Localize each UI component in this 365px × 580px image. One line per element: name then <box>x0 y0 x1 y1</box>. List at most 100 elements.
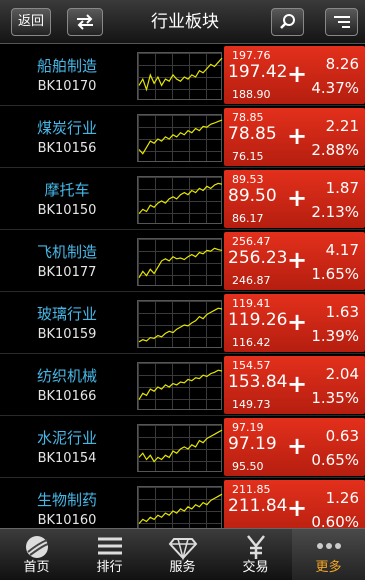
price-change: 0.63 <box>325 427 359 445</box>
high-price: 256.47 <box>232 235 271 248</box>
menu-button[interactable] <box>325 8 358 36</box>
high-price: 154.57 <box>232 359 271 372</box>
sector-code: BK10177 <box>37 265 97 280</box>
tab-label: 首页 <box>23 560 50 575</box>
sparkline-chart <box>137 486 223 528</box>
sector-row[interactable]: 水泥行业 BK10154 97.19 97.19 95.50 +0.63 0.65% <box>0 416 365 478</box>
tab-list[interactable]: 排行 <box>73 529 146 580</box>
high-price: 211.85 <box>232 483 271 496</box>
sector-code: BK10170 <box>37 79 97 94</box>
quote-panel[interactable]: 154.57 153.84 149.73 +2.04 1.35% <box>224 356 365 414</box>
sector-row[interactable]: 纺织机械 BK10166 154.57 153.84 149.73 +2.04 1.35% <box>0 354 365 416</box>
sector-row[interactable]: 煤炭行业 BK10156 78.85 78.85 76.15 +2.21 2.88% <box>0 106 365 168</box>
sparkline-chart <box>137 176 223 224</box>
search-icon <box>279 14 295 29</box>
plus-icon: + <box>287 432 308 460</box>
quote-panel[interactable]: 89.53 89.50 86.17 +1.87 2.13% <box>224 170 365 228</box>
plus-icon: + <box>287 308 308 336</box>
sector-name: 飞机制造 <box>36 243 97 261</box>
current-price: 197.42 <box>228 62 288 82</box>
sector-row[interactable]: 生物制药 BK10160 211.85 211.84 +1.26 0.60% <box>0 478 365 528</box>
price-change: 4.17 <box>325 241 359 259</box>
high-price: 97.19 <box>232 421 264 434</box>
sparkline <box>138 57 223 92</box>
high-price: 89.53 <box>232 173 264 186</box>
sector-row[interactable]: 玻璃行业 BK10159 119.41 119.26 116.42 +1.63 1.39% <box>0 292 365 354</box>
plus-icon: + <box>287 370 308 398</box>
price-change: 2.21 <box>325 117 359 135</box>
sparkline <box>138 429 223 463</box>
sparkline-chart <box>137 238 223 286</box>
sector-row[interactable]: 船舶制造 BK10170 197.76 197.42 188.90 +8.26 4.37% <box>0 44 365 106</box>
current-price: 89.50 <box>228 186 277 206</box>
sector-code: BK10154 <box>37 451 97 466</box>
sparkline-chart <box>137 114 223 162</box>
low-price: 76.15 <box>232 150 264 163</box>
current-price: 97.19 <box>228 434 277 454</box>
sparkline <box>138 119 223 155</box>
tab-label: 交易 <box>242 560 269 575</box>
sector-name: 摩托车 <box>44 181 90 199</box>
price-change: 1.63 <box>325 303 359 321</box>
quote-panel[interactable]: 78.85 78.85 76.15 +2.21 2.88% <box>224 108 365 166</box>
sector-code: BK10166 <box>37 389 97 404</box>
tab-yen[interactable]: 交易 <box>219 529 292 580</box>
quote-panel[interactable]: 256.47 256.23 246.87 +4.17 1.65% <box>224 232 365 290</box>
plus-icon: + <box>287 122 308 150</box>
current-price: 153.84 <box>228 372 288 392</box>
high-price: 119.41 <box>232 297 271 310</box>
low-price: 95.50 <box>232 460 264 473</box>
sector-code: BK10159 <box>37 327 97 342</box>
low-price: 188.90 <box>232 88 271 101</box>
sparkline <box>138 493 223 525</box>
tab-globe[interactable]: 首页 <box>0 529 73 580</box>
back-button[interactable]: 返回 <box>11 8 51 36</box>
current-price: 256.23 <box>228 248 288 268</box>
low-price: 116.42 <box>232 336 271 349</box>
percent-change: 1.35% <box>311 389 359 407</box>
sector-name: 水泥行业 <box>36 429 97 447</box>
sector-row[interactable]: 摩托车 BK10150 89.53 89.50 86.17 +1.87 2.13% <box>0 168 365 230</box>
sector-code: BK10160 <box>37 513 97 528</box>
sparkline <box>138 307 223 343</box>
top-bar: 返回 行业板块 <box>0 0 365 44</box>
sector-row[interactable]: 飞机制造 BK10177 256.47 256.23 246.87 +4.17 1.65% <box>0 230 365 292</box>
sector-list[interactable]: 船舶制造 BK10170 197.76 197.42 188.90 +8.26 4.37% 煤… <box>0 44 365 528</box>
tab-more[interactable]: 更多 <box>292 529 365 580</box>
current-price: 119.26 <box>228 310 288 330</box>
sparkline-chart <box>137 362 223 410</box>
tab-label: 服务 <box>169 560 196 575</box>
swap-button[interactable] <box>67 8 103 36</box>
price-change: 2.04 <box>325 365 359 383</box>
percent-change: 0.60% <box>311 513 359 528</box>
quote-panel[interactable]: 211.85 211.84 +1.26 0.60% <box>224 480 365 528</box>
tab-label: 更多 <box>315 560 342 575</box>
high-price: 78.85 <box>232 111 264 124</box>
percent-change: 0.65% <box>311 451 359 469</box>
sector-name: 玻璃行业 <box>36 305 97 323</box>
price-change: 8.26 <box>325 55 359 73</box>
sparkline <box>138 182 223 215</box>
quote-panel[interactable]: 97.19 97.19 95.50 +0.63 0.65% <box>224 418 365 476</box>
high-price: 197.76 <box>232 49 271 62</box>
tab-label: 排行 <box>96 560 123 575</box>
tab-diamond[interactable]: 服务 <box>146 529 219 580</box>
search-button[interactable] <box>271 8 304 36</box>
menu-icon <box>333 16 350 28</box>
plus-icon: + <box>287 184 308 212</box>
low-price: 86.17 <box>232 212 264 225</box>
percent-change: 1.39% <box>311 327 359 345</box>
bottom-tab-bar: 首页 排行 服务 交易 更多 <box>0 528 365 580</box>
sparkline-chart <box>137 52 223 100</box>
sparkline-chart <box>137 424 223 472</box>
quote-panel[interactable]: 119.41 119.26 116.42 +1.63 1.39% <box>224 294 365 352</box>
page-title: 行业板块 <box>151 12 219 32</box>
percent-change: 2.13% <box>311 203 359 221</box>
price-change: 1.26 <box>325 489 359 507</box>
quote-panel[interactable]: 197.76 197.42 188.90 +8.26 4.37% <box>224 46 365 104</box>
current-price: 78.85 <box>228 124 277 144</box>
sparkline-chart <box>137 300 223 348</box>
sector-name: 纺织机械 <box>36 367 97 385</box>
sector-name: 生物制药 <box>36 491 97 509</box>
plus-icon: + <box>287 494 308 522</box>
